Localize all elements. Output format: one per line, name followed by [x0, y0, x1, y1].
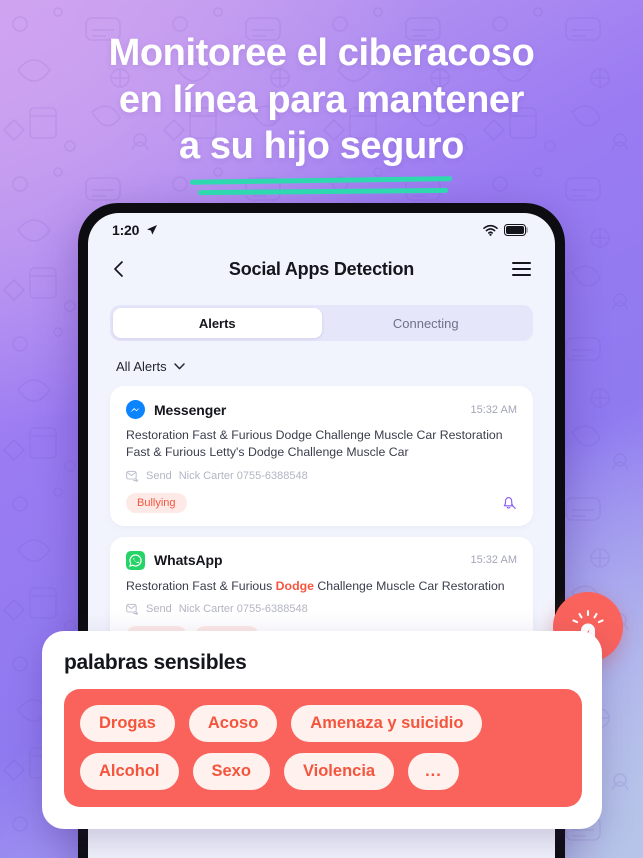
sensitive-word-chip[interactable]: Acoso	[188, 705, 278, 742]
alert-message-after: Challenge Muscle Car Restoration	[313, 578, 505, 593]
battery-icon	[504, 224, 528, 236]
alert-message: Restoration Fast & Furious Dodge Challen…	[126, 578, 517, 595]
sensitive-word-chip[interactable]: Violencia	[283, 753, 395, 790]
headline-line-3: a su hijo seguro	[179, 125, 464, 168]
alerts-list: Messenger 15:32 AM Restoration Fast & Fu…	[110, 386, 533, 660]
alert-app-name: WhatsApp	[154, 552, 223, 569]
promo-screenshot: Monitoree el ciberacoso en línea para ma…	[0, 0, 643, 858]
status-bar-left: 1:20	[112, 222, 158, 238]
bell-off-icon[interactable]	[500, 494, 517, 511]
sensitive-word-chip[interactable]: Drogas	[80, 705, 175, 742]
location-arrow-icon	[147, 225, 158, 235]
popup-title: palabras sensibles	[64, 651, 247, 674]
status-bar: 1:20	[88, 213, 555, 247]
alert-tags: Bullying	[126, 492, 517, 513]
sensitive-word-chip[interactable]: Alcohol	[80, 753, 179, 790]
tab-connecting[interactable]: Connecting	[322, 308, 531, 338]
alert-time: 15:32 AM	[470, 554, 517, 567]
alert-message-keyword: Dodge	[275, 578, 314, 593]
status-bar-time: 1:20	[112, 222, 140, 238]
alert-card-header: WhatsApp 15:32 AM	[126, 550, 517, 570]
alert-card-header: Messenger 15:32 AM	[126, 400, 517, 419]
chevron-down-icon	[173, 363, 185, 370]
page-title: Social Apps Detection	[228, 258, 415, 279]
alerts-filter-dropdown[interactable]: All Alerts	[116, 359, 185, 374]
headline: Monitoree el ciberacoso en línea para ma…	[0, 30, 643, 170]
underline-stroke-2	[197, 187, 448, 196]
alerts-filter-label: All Alerts	[116, 359, 167, 374]
hamburger-menu-icon[interactable]	[512, 262, 531, 276]
alert-card-messenger[interactable]: Messenger 15:32 AM Restoration Fast & Fu…	[110, 386, 533, 526]
alert-tag-bullying[interactable]: Bullying	[126, 492, 187, 513]
headline-line-1: Monitoree el ciberacoso	[108, 32, 535, 74]
sensitive-word-chip[interactable]: Sexo	[192, 753, 270, 790]
alert-meta-action: Send	[146, 603, 172, 616]
send-envelope-icon	[126, 604, 139, 616]
headline-underline	[188, 176, 456, 198]
sensitive-word-chip-more[interactable]: ...	[408, 753, 459, 790]
alert-meta-contact: Nick Carter 0755-6388548	[178, 469, 308, 482]
alert-meta: Send Nick Carter 0755-6388548	[126, 470, 517, 482]
chevron-left-icon[interactable]	[110, 260, 128, 278]
whatsapp-icon	[126, 550, 145, 570]
alert-time: 15:32 AM	[470, 403, 517, 416]
underline-stroke-1	[189, 176, 452, 185]
sensitive-word-chip[interactable]: Amenaza y suicidio	[291, 705, 483, 742]
messenger-icon	[126, 400, 145, 419]
alert-message: Restoration Fast & Furious Dodge Challen…	[126, 428, 503, 460]
alert-meta-action: Send	[146, 469, 172, 482]
sensitive-words-popup: palabras sensibles Drogas Acoso Amenaza …	[42, 631, 602, 829]
sensitive-words-panel: Drogas Acoso Amenaza y suicidio Alcohol …	[64, 689, 582, 807]
alert-message-before: Restoration Fast & Furious	[126, 578, 276, 593]
tab-alerts[interactable]: Alerts	[113, 308, 322, 338]
send-envelope-icon	[126, 470, 139, 482]
nav-bar: Social Apps Detection	[88, 247, 555, 291]
status-bar-right	[483, 224, 529, 236]
wifi-icon	[483, 224, 498, 236]
alert-meta: Send Nick Carter 0755-6388548	[126, 603, 517, 616]
tab-segmented-control: Alerts Connecting	[110, 305, 533, 341]
headline-line-2: en línea para mantener	[118, 78, 525, 121]
alert-app-name: Messenger	[154, 401, 227, 418]
alert-meta-contact: Nick Carter 0755-6388548	[178, 603, 308, 616]
